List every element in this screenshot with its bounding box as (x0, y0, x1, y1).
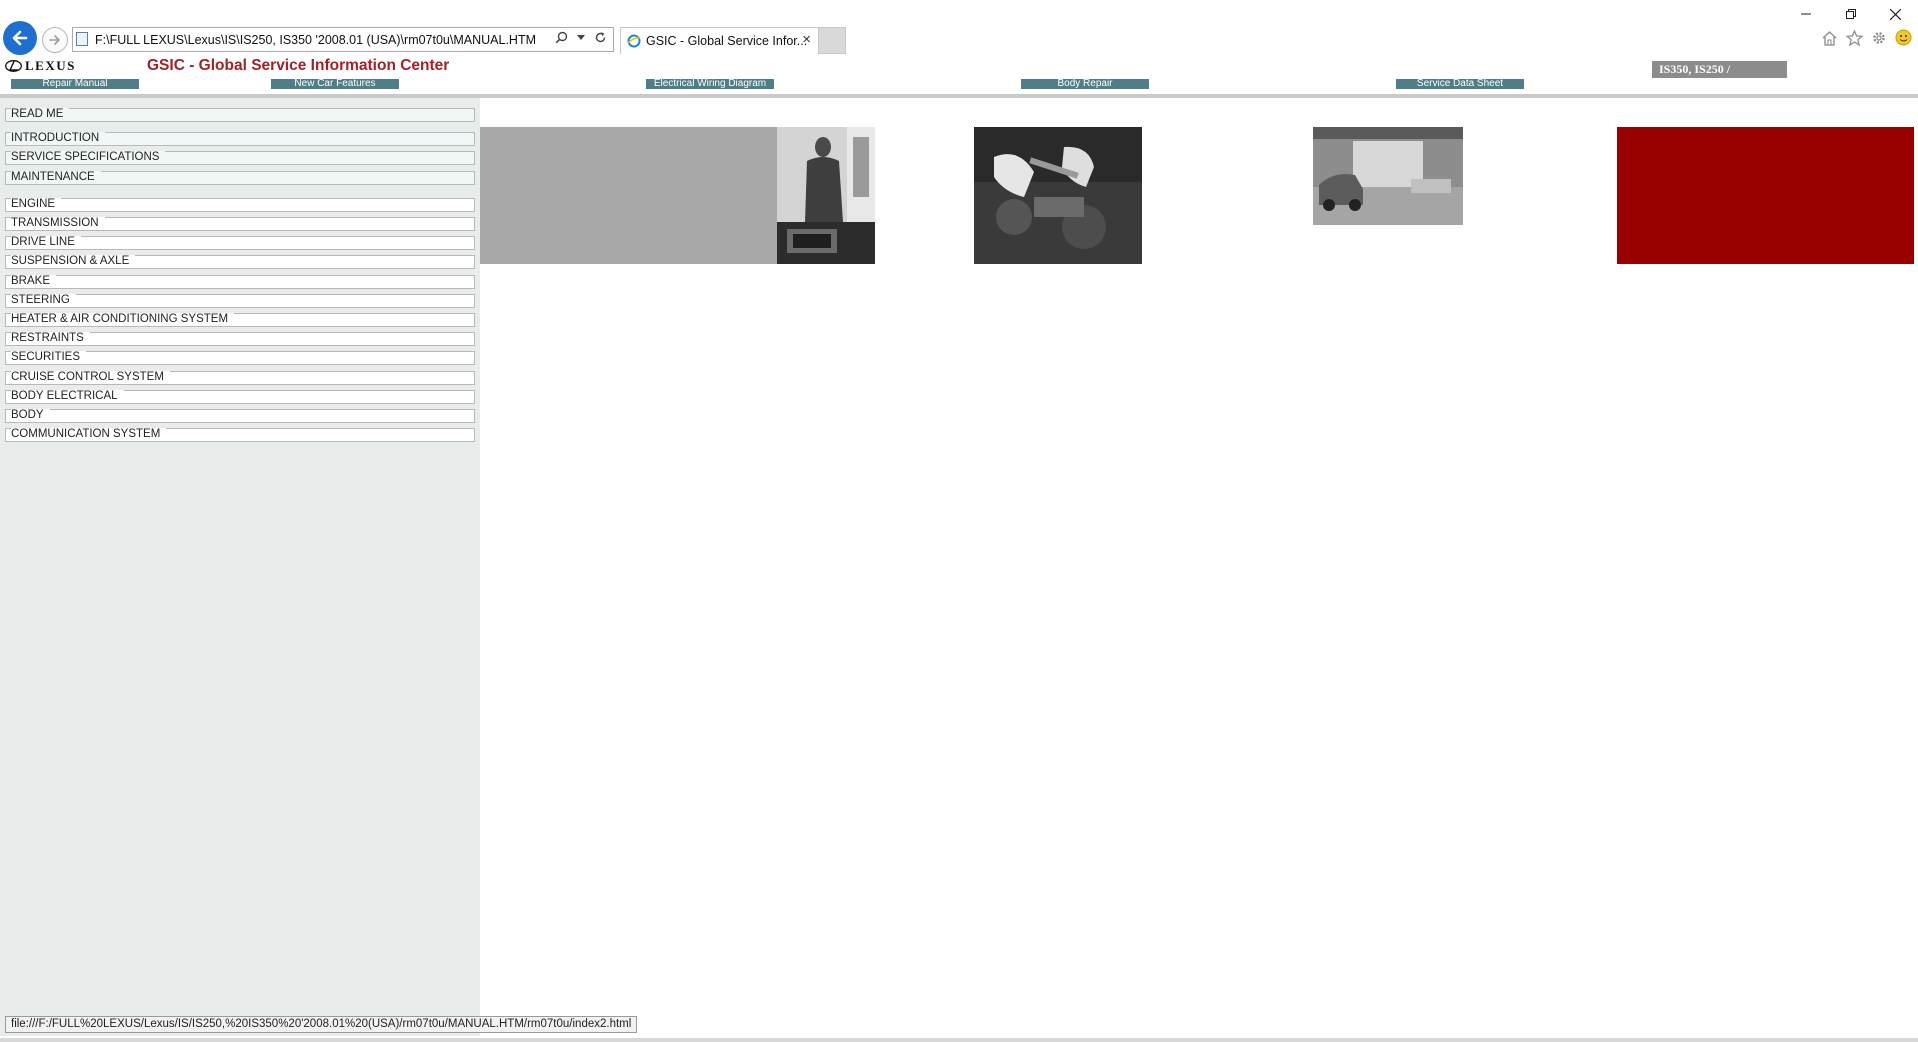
nav-electrical-wiring-diagram[interactable]: Electrical Wiring Diagram (646, 79, 774, 89)
page-title: GSIC - Global Service Information Center (147, 57, 450, 74)
menu-item-body[interactable]: BODY (5, 409, 475, 423)
dropdown-icon[interactable] (577, 34, 585, 41)
lexus-wordmark: LEXUS (25, 58, 76, 73)
menu-item-communication-system[interactable]: COMMUNICATION SYSTEM (5, 428, 475, 442)
red-banner-block (1617, 127, 1914, 264)
lexus-logo: LEXUS (5, 58, 76, 74)
menu-item-engine[interactable]: ENGINE (5, 198, 475, 212)
menu-item-maintenance[interactable]: MAINTENANCE (5, 171, 475, 185)
menu-item-heater-ac[interactable]: HEATER & AIR CONDITIONING SYSTEM (5, 313, 475, 327)
menu-item-cruise-control[interactable]: CRUISE CONTROL SYSTEM (5, 371, 475, 385)
menu-item-brake[interactable]: BRAKE (5, 275, 475, 289)
photo-service-garage (1313, 127, 1463, 225)
menu-item-service-specifications[interactable]: SERVICE SPECIFICATIONS (5, 151, 475, 165)
back-button[interactable] (3, 21, 37, 55)
ie-icon (627, 34, 641, 48)
window-bottom-edge (0, 1038, 1918, 1042)
nav-new-car-features[interactable]: New Car Features (271, 79, 399, 89)
menu-item-body-electrical[interactable]: BODY ELECTRICAL (5, 390, 475, 404)
nav-service-data-sheet[interactable]: Service Data Sheet (1396, 79, 1524, 89)
photo-man-at-counter (777, 127, 875, 264)
menu-item-restraints[interactable]: RESTRAINTS (5, 332, 475, 346)
restore-button[interactable] (1828, 0, 1873, 28)
refresh-icon[interactable] (594, 31, 607, 44)
search-icon[interactable] (555, 31, 568, 44)
status-bar-url: file:///F:/FULL%20LEXUS/Lexus/IS/IS250,%… (5, 1016, 638, 1033)
forward-arrow-icon (49, 35, 60, 45)
address-text[interactable]: F:\FULL LEXUS\Lexus\IS\IS250, IS350 '200… (95, 33, 535, 47)
tab-gsic[interactable]: GSIC - Global Service Infor... × (620, 27, 820, 54)
home-icon[interactable] (1821, 30, 1838, 46)
forward-button[interactable] (42, 27, 68, 53)
menu-item-steering[interactable]: STEERING (5, 294, 475, 308)
lexus-emblem-icon (5, 60, 22, 72)
menu-item-suspension-axle[interactable]: SUSPENSION & AXLE (5, 255, 475, 269)
photo-engine-mechanic (974, 127, 1142, 264)
page-icon (76, 32, 88, 46)
minimize-icon (1800, 13, 1811, 15)
star-icon[interactable] (1846, 29, 1863, 46)
close-icon[interactable]: × (802, 31, 811, 48)
smiley-icon[interactable] (1895, 29, 1912, 46)
minimize-button[interactable] (1783, 0, 1828, 28)
menu-item-securities[interactable]: SECURITIES (5, 351, 475, 365)
menu-item-transmission[interactable]: TRANSMISSION (5, 217, 475, 231)
back-arrow-icon (12, 30, 28, 46)
browser-chrome: F:\FULL LEXUS\Lexus\IS\IS250, IS350 '200… (0, 0, 1918, 60)
nav-repair-manual[interactable]: Repair Manual (11, 79, 139, 89)
model-label: IS350, IS250 / (1652, 61, 1787, 78)
gear-icon[interactable] (1871, 30, 1887, 46)
address-bar[interactable]: F:\FULL LEXUS\Lexus\IS\IS250, IS350 '200… (72, 27, 614, 52)
close-window-button[interactable] (1873, 0, 1918, 28)
tab-title: GSIC - Global Service Infor... (646, 34, 808, 48)
gray-banner-block (480, 127, 777, 264)
new-tab-button[interactable] (818, 27, 846, 54)
menu-item-read-me[interactable]: READ ME (5, 108, 475, 122)
close-icon (1890, 8, 1901, 20)
restore-icon (1845, 9, 1856, 19)
menu-item-introduction[interactable]: INTRODUCTION (5, 132, 475, 146)
nav-body-repair[interactable]: Body Repair (1021, 79, 1149, 89)
menu-item-drive-line[interactable]: DRIVE LINE (5, 236, 475, 250)
